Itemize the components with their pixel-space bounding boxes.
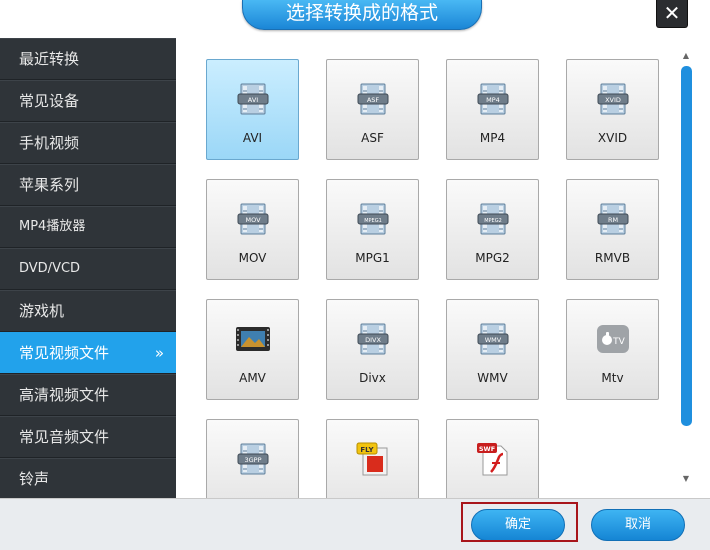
format-tile-rmvb[interactable]: RM RMVB <box>566 179 659 280</box>
film-icon: DIVX <box>355 322 391 356</box>
format-tile-wmv[interactable]: WMV WMV <box>446 299 539 400</box>
sidebar-item-recent[interactable]: 最近转换 <box>0 38 176 80</box>
format-tile-label: RMVB <box>594 251 631 265</box>
flv-icon: FLY <box>355 442 391 476</box>
film-icon: AVI <box>235 82 271 116</box>
svg-text:DIVX: DIVX <box>365 336 381 344</box>
scroll-down-arrow-icon[interactable]: ▼ <box>678 473 694 485</box>
format-tile-mp4[interactable]: MP4 MP4 <box>446 59 539 160</box>
ok-button-highlight-box <box>461 502 578 542</box>
amv-film-icon <box>235 322 271 356</box>
format-tile-mpg2[interactable]: MPEG2 MPG2 <box>446 179 539 280</box>
close-icon: ✕ <box>663 1 681 25</box>
sidebar-item-common-video[interactable]: 常见视频文件 » <box>0 332 176 374</box>
sidebar-item-label: 高清视频文件 <box>19 386 110 404</box>
format-tile-amv[interactable]: AMV <box>206 299 299 400</box>
sidebar-item-label: 常见音频文件 <box>19 428 110 446</box>
scroll-up-arrow-icon[interactable]: ▲ <box>678 50 694 62</box>
format-tile-label: MP4 <box>479 131 506 145</box>
sidebar-item-apple[interactable]: 苹果系列 <box>0 164 176 206</box>
film-icon: MPEG2 <box>475 202 511 236</box>
sidebar-item-label: DVD/VCD <box>19 261 81 276</box>
sidebar-item-hd-video[interactable]: 高清视频文件 <box>0 374 176 416</box>
sidebar-item-label: 苹果系列 <box>19 176 80 194</box>
film-icon: 3GPP <box>235 442 271 476</box>
sidebar-item-mp4-player[interactable]: MP4播放器 <box>0 206 176 248</box>
format-tile-asf[interactable]: ASF ASF <box>326 59 419 160</box>
apple-tv-icon: TV <box>595 322 631 356</box>
format-tile-divx[interactable]: DIVX Divx <box>326 299 419 400</box>
svg-text:WMV: WMV <box>485 336 502 344</box>
format-tile-xvid[interactable]: XVID XVID <box>566 59 659 160</box>
sidebar-item-game-console[interactable]: 游戏机 <box>0 290 176 332</box>
format-tile-label: Divx <box>359 371 386 385</box>
sidebar-item-phone-video[interactable]: 手机视频 <box>0 122 176 164</box>
film-icon: RM <box>595 202 631 236</box>
sidebar-item-label: 铃声 <box>19 470 50 488</box>
dialog-footer: 确定 取消 <box>0 498 710 550</box>
format-tile-label: AVI <box>242 131 263 145</box>
film-icon: ASF <box>355 82 391 116</box>
film-icon: WMV <box>475 322 511 356</box>
svg-text:ASF: ASF <box>367 96 380 104</box>
svg-text:AVI: AVI <box>248 96 258 104</box>
format-tile-swf[interactable]: SWF <box>446 419 539 498</box>
format-tile-label: MPG1 <box>355 251 390 265</box>
format-tile-mpg1[interactable]: MPEG1 MPG1 <box>326 179 419 280</box>
film-icon: MP4 <box>475 82 511 116</box>
sidebar-item-label: 常见设备 <box>19 92 80 110</box>
svg-text:3GPP: 3GPP <box>244 456 261 464</box>
svg-text:MPEG1: MPEG1 <box>364 218 382 224</box>
film-icon: MOV <box>235 202 271 236</box>
format-tile-3gpp[interactable]: 3GPP <box>206 419 299 498</box>
sidebar-item-label: 手机视频 <box>19 134 80 152</box>
sidebar-item-label: 游戏机 <box>19 302 65 320</box>
svg-text:RM: RM <box>608 216 618 224</box>
sidebar-item-devices[interactable]: 常见设备 <box>0 80 176 122</box>
format-tile-fly[interactable]: FLY <box>326 419 419 498</box>
format-tile-label: Mtv <box>601 371 624 385</box>
sidebar-item-dvd-vcd[interactable]: DVD/VCD <box>0 248 176 290</box>
svg-text:TV: TV <box>612 337 625 347</box>
film-icon: XVID <box>595 82 631 116</box>
sidebar-item-common-audio[interactable]: 常见音频文件 <box>0 416 176 458</box>
close-button[interactable]: ✕ <box>656 0 688 28</box>
svg-text:XVID: XVID <box>605 96 621 104</box>
sidebar-item-ringtone[interactable]: 铃声 <box>0 458 176 500</box>
format-tile-label: ASF <box>361 131 384 145</box>
cancel-button[interactable]: 取消 <box>591 509 685 541</box>
format-tile-mov[interactable]: MOV MOV <box>206 179 299 280</box>
scrollbar-thumb[interactable] <box>681 66 692 426</box>
format-tile-label: AMV <box>239 371 266 385</box>
sidebar-item-label: 最近转换 <box>19 50 80 68</box>
category-sidebar: 最近转换 常见设备 手机视频 苹果系列 MP4播放器 DVD/VCD 游戏机 常… <box>0 38 176 500</box>
format-tile-label: MPG2 <box>475 251 510 265</box>
format-tile-label: MOV <box>238 251 267 265</box>
svg-text:MP4: MP4 <box>486 96 500 104</box>
format-tile-label: XVID <box>597 131 628 145</box>
swf-flash-icon: SWF <box>475 442 511 476</box>
svg-text:MOV: MOV <box>245 216 261 224</box>
dialog-title: 选择转换成的格式 <box>242 0 482 30</box>
format-tile-mtv[interactable]: TV Mtv <box>566 299 659 400</box>
double-chevron-right-icon: » <box>154 344 164 362</box>
dialog-header: 选择转换成的格式 ✕ <box>0 0 710 38</box>
sidebar-item-label: 常见视频文件 <box>19 344 110 362</box>
svg-text:FLY: FLY <box>360 446 374 454</box>
film-icon: MPEG1 <box>355 202 391 236</box>
svg-text:SWF: SWF <box>479 445 495 453</box>
sidebar-item-label: MP4播放器 <box>19 219 86 234</box>
svg-text:MPEG2: MPEG2 <box>484 218 502 224</box>
format-grid: AVI AVI ASF ASF MP4 MP4 XVID XVID MOV MOV MPEG1 MPG… <box>176 38 710 498</box>
format-tile-label: WMV <box>477 371 508 385</box>
format-tile-avi[interactable]: AVI AVI <box>206 59 299 160</box>
